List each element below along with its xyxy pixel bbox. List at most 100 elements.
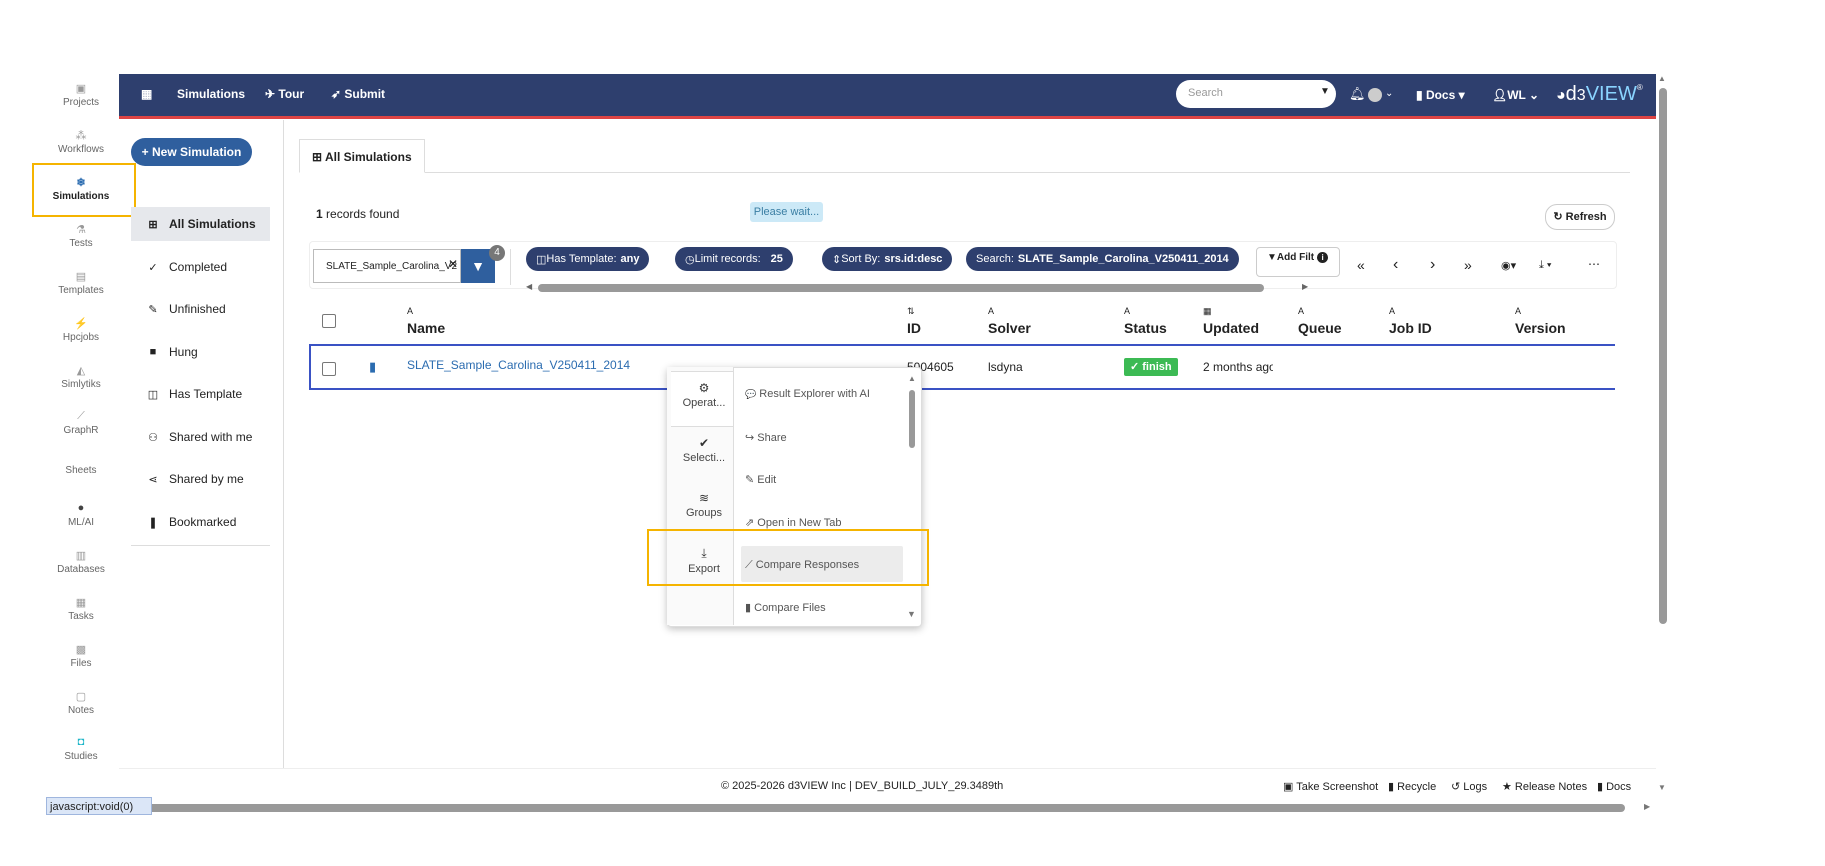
sort-updated-icon[interactable]: ▦ bbox=[1203, 306, 1212, 317]
menu-scroll-down-icon[interactable]: ▼ bbox=[907, 609, 916, 619]
menu-tab-label: Groups bbox=[685, 507, 723, 519]
sort-solver-icon[interactable]: A bbox=[988, 306, 994, 316]
sort-status-icon[interactable]: A bbox=[1124, 306, 1130, 316]
column-solver[interactable]: Solver bbox=[988, 320, 1031, 336]
menu-scroll-up-icon[interactable]: ▲ bbox=[908, 374, 916, 383]
row-checkbox[interactable] bbox=[322, 362, 336, 376]
footer-logs[interactable]: ↺ Logs bbox=[1451, 780, 1487, 793]
chip-sort-by[interactable]: ⇕ Sort By: srs.id:desc bbox=[822, 247, 953, 271]
image-icon: ▣ bbox=[1283, 781, 1297, 793]
tab-all-simulations[interactable]: ⊞ All Simulations bbox=[299, 139, 425, 173]
bell-icon[interactable]: 🔔︎ bbox=[1349, 86, 1366, 102]
menu-item-share[interactable]: ↪ Share bbox=[745, 431, 787, 444]
sidebar-item-completed[interactable]: ✓ Completed bbox=[131, 250, 270, 284]
chip-value: SLATE_Sample_Carolina_V250411_2014 bbox=[1017, 253, 1229, 265]
sort-version-icon[interactable]: A bbox=[1515, 306, 1521, 316]
more-icon[interactable]: ⋯ bbox=[1588, 257, 1600, 271]
sort-queue-icon[interactable]: A bbox=[1298, 306, 1304, 316]
menu-item-compare-files[interactable]: ▮ Compare Files bbox=[745, 601, 826, 614]
status-text: ✓ finish bbox=[1130, 361, 1172, 373]
rail-simlytiks[interactable]: ◭ Simlytiks bbox=[46, 364, 116, 390]
nav-simulations[interactable]: Simulations bbox=[177, 87, 245, 101]
page-horizontal-scrollbar[interactable] bbox=[47, 804, 1625, 812]
rail-files[interactable]: ▩ Files bbox=[46, 643, 116, 669]
pager-next[interactable]: › bbox=[1430, 256, 1435, 274]
rail-mlai[interactable]: ● ML/AI bbox=[46, 502, 116, 528]
nav-submit[interactable]: ➶ Submit bbox=[331, 87, 385, 101]
sort-id-icon[interactable]: ⇅ bbox=[907, 306, 915, 317]
row-name-link[interactable]: SLATE_Sample_Carolina_V250411_2014 bbox=[407, 358, 630, 372]
add-filter-button[interactable]: ▼Add Filt i bbox=[1256, 247, 1340, 277]
refresh-button[interactable]: ↻ Refresh bbox=[1545, 204, 1615, 230]
rail-notes[interactable]: ▢ Notes bbox=[46, 690, 116, 716]
scroll-left-icon[interactable]: ◀ bbox=[526, 282, 532, 291]
rail-graphr[interactable]: ⟋ GraphR bbox=[46, 410, 116, 436]
view-menu[interactable]: ◉▾ bbox=[1501, 259, 1516, 272]
menu-item-open-new-tab[interactable]: ⇗ Open in New Tab bbox=[745, 516, 841, 529]
column-updated[interactable]: Updated bbox=[1203, 320, 1259, 336]
clear-icon[interactable]: ✕ bbox=[448, 257, 458, 271]
template-icon: ◫ bbox=[147, 388, 159, 401]
pager-last[interactable]: » bbox=[1464, 257, 1472, 273]
column-status[interactable]: Status bbox=[1124, 320, 1167, 336]
rail-tests[interactable]: ⚗ Tests bbox=[46, 223, 116, 249]
page-scroll-up-icon[interactable]: ▲ bbox=[1658, 74, 1666, 83]
status-dot-icon[interactable] bbox=[1368, 88, 1382, 102]
chip-has-template[interactable]: ◫ Has Template: any bbox=[526, 247, 650, 271]
sidebar-item-all-simulations[interactable]: ⊞ All Simulations bbox=[131, 207, 270, 241]
sidebar-item-bookmarked[interactable]: ❚ Bookmarked bbox=[131, 505, 270, 539]
menu-tab-selection[interactable]: ✔ Selecti... bbox=[673, 436, 735, 464]
sidebar-item-hung[interactable]: ■ Hung bbox=[131, 335, 270, 369]
footer-docs[interactable]: ▮ Docs bbox=[1597, 780, 1631, 793]
rail-tasks[interactable]: ▦ Tasks bbox=[46, 596, 116, 622]
chip-search[interactable]: Search: SLATE_Sample_Carolina_V250411_201… bbox=[966, 247, 1239, 271]
docs-menu[interactable]: ▮ Docs ▾ bbox=[1416, 88, 1465, 102]
rail-label: Studies bbox=[64, 751, 98, 762]
sort-jobid-icon[interactable]: A bbox=[1389, 306, 1395, 316]
rail-sheets[interactable]: Sheets bbox=[46, 465, 116, 476]
download-menu[interactable]: ⤓ ▾ bbox=[1539, 259, 1552, 272]
pager-prev[interactable]: ‹ bbox=[1393, 256, 1398, 274]
menu-scrollbar[interactable] bbox=[909, 390, 915, 448]
chip-label: Search: bbox=[976, 253, 1014, 265]
sidebar-item-shared-by-me[interactable]: ⋖ Shared by me bbox=[131, 462, 270, 496]
sort-name-icon[interactable]: A bbox=[407, 306, 413, 316]
horizontal-scrollbar[interactable] bbox=[538, 284, 1264, 292]
column-name[interactable]: Name bbox=[407, 320, 445, 336]
scroll-right-icon[interactable]: ▶ bbox=[1302, 282, 1308, 291]
column-version[interactable]: Version bbox=[1515, 320, 1566, 336]
rail-studies[interactable]: ◘ Studies bbox=[46, 736, 116, 762]
sidebar-item-unfinished[interactable]: ✎ Unfinished bbox=[131, 292, 270, 326]
page-scroll-down-icon[interactable]: ▼ bbox=[1658, 783, 1666, 792]
menu-tab-groups[interactable]: ≋ Groups bbox=[673, 491, 735, 519]
column-queue[interactable]: Queue bbox=[1298, 320, 1342, 336]
column-job-id[interactable]: Job ID bbox=[1389, 320, 1432, 336]
rail-projects[interactable]: ▣ Projects bbox=[46, 82, 116, 108]
sidebar-item-has-template[interactable]: ◫ Has Template bbox=[131, 377, 270, 411]
rail-highlight-box bbox=[32, 163, 136, 217]
rail-templates[interactable]: ▤ Templates bbox=[46, 270, 116, 296]
page-vertical-scrollbar[interactable] bbox=[1659, 88, 1667, 624]
menu-item-edit[interactable]: ✎ Edit bbox=[745, 473, 776, 486]
rail-workflows[interactable]: ⁂ Workflows bbox=[46, 129, 116, 155]
user-menu[interactable]: 👤︎WL ⌄ bbox=[1492, 88, 1539, 102]
footer-take-screenshot[interactable]: ▣ Take Screenshot bbox=[1283, 780, 1378, 793]
footer-recycle[interactable]: ▮ Recycle bbox=[1388, 780, 1436, 793]
rail-hpcjobs[interactable]: ⚡ Hpcjobs bbox=[46, 317, 116, 343]
select-all-checkbox[interactable] bbox=[322, 314, 336, 328]
rail-databases[interactable]: ▥ Databases bbox=[46, 549, 116, 575]
pager-first[interactable]: « bbox=[1357, 257, 1365, 273]
footer-release-notes[interactable]: ★ Release Notes bbox=[1502, 780, 1587, 793]
projects-icon: ▣ bbox=[75, 83, 87, 95]
chip-limit-records[interactable]: ◷ Limit records: 25 bbox=[675, 247, 793, 271]
global-search[interactable]: Search ▼ bbox=[1176, 80, 1336, 108]
nav-tour[interactable]: ✈ Tour bbox=[265, 87, 304, 101]
new-simulation-button[interactable]: + New Simulation bbox=[131, 138, 252, 166]
column-id[interactable]: ID bbox=[907, 320, 921, 336]
page-scroll-right-icon[interactable]: ▶ bbox=[1644, 802, 1650, 811]
comment-icon: 💬 bbox=[745, 389, 757, 399]
table-search-input[interactable]: SLATE_Sample_Carolina_V2 ✕ bbox=[313, 249, 461, 283]
menu-item-result-explorer[interactable]: 💬 Result Explorer with AI bbox=[745, 388, 870, 400]
sidebar-item-shared-with-me[interactable]: ⚇ Shared with me bbox=[131, 420, 270, 454]
menu-tab-operations[interactable]: ⚙ Operat... bbox=[673, 381, 735, 409]
